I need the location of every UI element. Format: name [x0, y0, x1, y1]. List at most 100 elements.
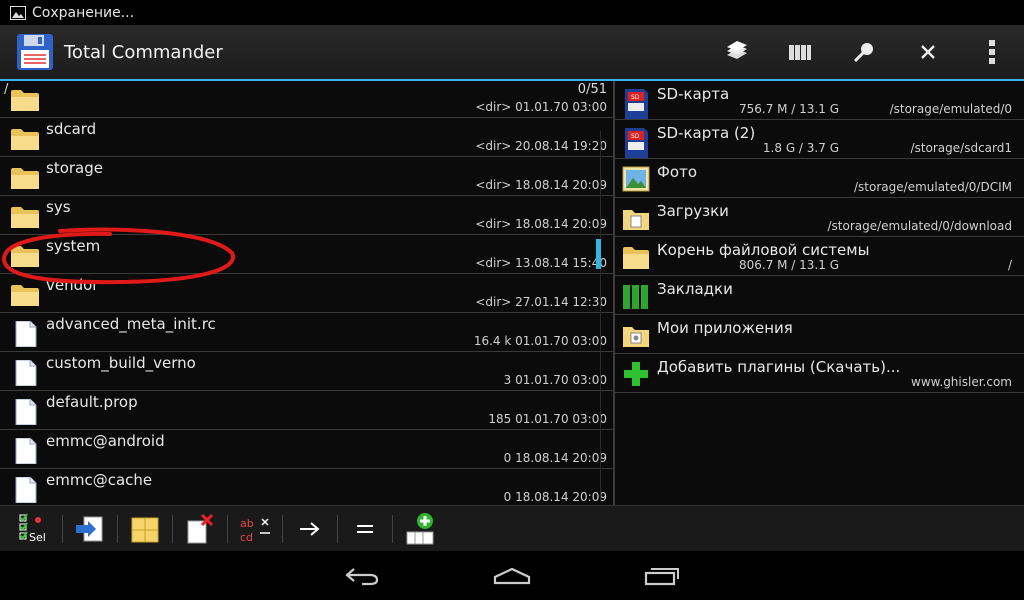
- file-row[interactable]: custom_build_verno 3 01.01.70 03:00: [0, 352, 613, 391]
- file-icon: [10, 437, 40, 465]
- file-row[interactable]: emmc@android 0 18.08.14 20:09: [0, 430, 613, 469]
- pack-button[interactable]: [118, 509, 172, 549]
- location-item[interactable]: SD SD-карта (2) 1.8 G / 3.7 G/storage/sdca…: [615, 120, 1024, 159]
- file-row[interactable]: storage <dir> 18.08.14 20:09: [0, 157, 613, 196]
- action-buttons: [704, 25, 1024, 79]
- back-button[interactable]: [332, 556, 392, 596]
- rename-button[interactable]: ab cd: [228, 509, 282, 549]
- location-item[interactable]: Закладки: [615, 276, 1024, 315]
- arrow-right-icon: [300, 521, 320, 536]
- file-row[interactable]: system <dir> 13.08.14 15:40: [0, 235, 613, 274]
- locations-list[interactable]: SD SD-карта 756.7 M / 13.1 G/storage/emula…: [615, 81, 1024, 393]
- image-icon: [10, 5, 26, 20]
- file-date: 01.01.70: [515, 100, 569, 114]
- recents-button[interactable]: [632, 556, 692, 596]
- home-icon: [493, 567, 531, 584]
- location-name: Фото: [657, 163, 698, 181]
- file-date: 18.08.14: [515, 490, 569, 504]
- file-icon: [10, 320, 40, 348]
- file-meta: 185 01.01.70 03:00: [488, 412, 607, 426]
- location-size: 756.7 M / 13.1 G: [738, 102, 839, 116]
- add-button-button[interactable]: [393, 509, 447, 549]
- downloads-folder-icon: [622, 204, 650, 232]
- location-name: Закладки: [657, 280, 733, 298]
- file-date: 18.08.14: [515, 217, 569, 231]
- close-action[interactable]: [896, 25, 960, 79]
- home-button[interactable]: [482, 556, 542, 596]
- files-stack-icon: [727, 41, 747, 59]
- location-item[interactable]: Добавить плагины (Скачать)... www.ghisler…: [615, 354, 1024, 393]
- file-row[interactable]: vendor <dir> 27.01.14 12:30: [0, 274, 613, 313]
- file-date: 20.08.14: [515, 139, 569, 153]
- svg-text:SD: SD: [631, 94, 640, 101]
- add-button-icon: [406, 512, 434, 544]
- overflow-menu[interactable]: [960, 25, 1024, 79]
- file-row[interactable]: advanced_meta_init.rc 16.4 k 01.01.70 03:…: [0, 313, 613, 352]
- file-row[interactable]: emmc@cache 0 18.08.14 20:09: [0, 469, 613, 505]
- location-item[interactable]: Загрузки/storage/emulated/0/download: [615, 198, 1024, 237]
- file-meta: 16.4 k 01.01.70 03:00: [474, 334, 607, 348]
- search-action[interactable]: [832, 25, 896, 79]
- location-item[interactable]: Мои приложения: [615, 315, 1024, 354]
- file-icon: [10, 398, 40, 426]
- file-meta: 3 01.01.70 03:00: [504, 373, 607, 387]
- target-button[interactable]: [283, 509, 337, 549]
- location-path: /storage/emulated/0: [889, 102, 1012, 116]
- equals-icon: [357, 524, 373, 533]
- more-vert-icon: [989, 40, 995, 64]
- file-date: 27.01.14: [515, 295, 569, 309]
- file-row[interactable]: sdcard <dir> 20.08.14 19:20: [0, 118, 613, 157]
- copy-action[interactable]: [704, 25, 768, 79]
- location-path: /storage/emulated/0/DCIM: [854, 180, 1012, 194]
- file-name: system: [46, 237, 101, 255]
- rename-label-bottom: cd: [240, 531, 253, 544]
- file-icon: [10, 359, 40, 387]
- file-time: 20:09: [572, 178, 607, 192]
- location-item[interactable]: Фото/storage/emulated/0/DCIM: [615, 159, 1024, 198]
- magnifier-icon: [853, 43, 873, 63]
- scrollbar-thumb[interactable]: [596, 239, 601, 269]
- location-item[interactable]: SD SD-карта 756.7 M / 13.1 G/storage/emula…: [615, 81, 1024, 120]
- file-time: 19:20: [572, 139, 607, 153]
- file-date: 13.08.14: [515, 256, 569, 270]
- svg-text:SD: SD: [631, 133, 640, 140]
- file-list[interactable]: <dir> 01.01.70 03:00 sdcard <dir> 20.08.1…: [0, 81, 613, 505]
- plus-icon: [622, 360, 650, 388]
- select-button[interactable]: Sel: [8, 509, 62, 549]
- location-path: /: [1007, 258, 1012, 272]
- file-name: sdcard: [46, 120, 97, 138]
- delete-icon: [187, 513, 214, 543]
- copy-button[interactable]: [63, 509, 117, 549]
- file-row[interactable]: sys <dir> 18.08.14 20:09: [0, 196, 613, 235]
- location-item[interactable]: Корень файловой системы 806.7 M / 13.1 G /: [615, 237, 1024, 276]
- location-path: /storage/sdcard1: [910, 141, 1012, 155]
- equal-panels-button[interactable]: [338, 509, 392, 549]
- folder-icon: [10, 282, 40, 308]
- file-time: 03:00: [572, 373, 607, 387]
- recents-icon: [644, 567, 679, 585]
- library-action[interactable]: [768, 25, 832, 79]
- location-size: 1.8 G / 3.7 G: [762, 141, 839, 155]
- books-icon: [789, 45, 811, 60]
- file-date: 01.01.70: [515, 373, 569, 387]
- status-bar: Сохранение...: [0, 0, 1024, 25]
- location-size: 806.7 M / 13.1 G: [738, 258, 839, 272]
- copy-icon: [76, 516, 103, 541]
- right-locations-panel[interactable]: SD SD-карта 756.7 M / 13.1 G/storage/emula…: [615, 81, 1024, 505]
- file-size: <dir>: [475, 217, 512, 231]
- delete-button[interactable]: [173, 509, 227, 549]
- file-size: 0: [503, 490, 512, 504]
- file-time: 20:09: [572, 451, 607, 465]
- action-bar: Total Commander: [0, 25, 1024, 79]
- folder-icon: [10, 243, 40, 269]
- left-file-panel[interactable]: <dir> 01.01.70 03:00 sdcard <dir> 20.08.1…: [0, 81, 613, 505]
- file-time: 12:30: [572, 295, 607, 309]
- path-bar: / 0/51: [0, 81, 613, 99]
- selection-count: 0/51: [577, 82, 607, 97]
- bookmarks-icon: [622, 282, 650, 310]
- file-size: 16.4 k: [473, 334, 512, 348]
- file-meta: <dir> 01.01.70 03:00: [475, 100, 607, 114]
- file-row[interactable]: default.prop 185 01.01.70 03:00: [0, 391, 613, 430]
- folder-icon: [10, 165, 40, 191]
- file-time: 20:09: [572, 490, 607, 504]
